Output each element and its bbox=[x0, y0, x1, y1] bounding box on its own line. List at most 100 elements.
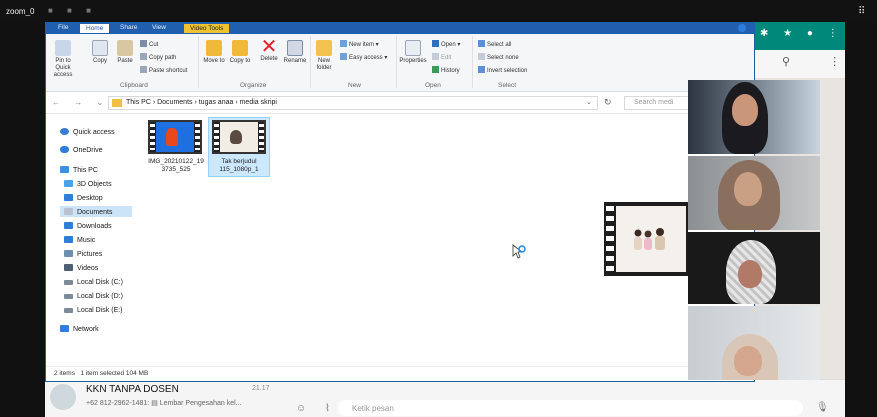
participant-video-2[interactable] bbox=[688, 156, 820, 230]
whatsapp-header-icons[interactable]: ✱ ★ ● ⋮ bbox=[760, 28, 844, 39]
file-name[interactable]: Tak berjudul 115_1080p_1 bbox=[207, 158, 271, 174]
group-select: Select bbox=[498, 82, 517, 89]
select-all-button[interactable]: Select all bbox=[478, 40, 511, 48]
cloud-icon bbox=[60, 146, 69, 153]
copy-to-icon bbox=[232, 40, 248, 56]
open-icon bbox=[432, 40, 439, 47]
select-none-button[interactable]: Select none bbox=[478, 53, 519, 61]
thumbnail-figure bbox=[166, 128, 178, 146]
rename-icon bbox=[287, 40, 303, 56]
status-bar bbox=[46, 366, 754, 381]
pictures-icon bbox=[64, 250, 73, 257]
file-thumbnail-video-2[interactable] bbox=[212, 120, 266, 154]
star-icon bbox=[60, 128, 69, 135]
history-icon bbox=[432, 66, 439, 73]
copy-icon bbox=[92, 40, 108, 56]
mic-icon[interactable]: 🎙 bbox=[816, 402, 829, 413]
zoom-window-title: zoom_0 bbox=[6, 7, 35, 16]
group-organize: Organize bbox=[240, 82, 267, 89]
paste-shortcut-icon bbox=[140, 66, 147, 73]
open-button[interactable]: Open ▾ bbox=[432, 40, 460, 48]
drive-icon bbox=[64, 294, 73, 299]
busy-cursor-icon bbox=[512, 244, 526, 259]
filmstrip-icon bbox=[606, 206, 614, 272]
nav-item-desktop[interactable]: Desktop bbox=[64, 194, 103, 202]
properties-button[interactable]: Properties bbox=[398, 40, 428, 65]
filmstrip-icon bbox=[214, 124, 219, 150]
tab-home[interactable]: Home bbox=[80, 24, 110, 33]
nav-item-pictures[interactable]: Pictures bbox=[64, 250, 102, 258]
breadcrumb[interactable]: This PC › Documents › tugas anaa › media… bbox=[126, 99, 277, 106]
cube-icon bbox=[64, 180, 73, 187]
invert-selection-button[interactable]: Invert selection bbox=[478, 66, 527, 74]
easy-access-icon bbox=[340, 53, 347, 60]
nav-item-documents[interactable]: Documents bbox=[64, 208, 112, 216]
select-none-icon bbox=[478, 53, 485, 60]
move-to-button[interactable]: Move to bbox=[202, 40, 226, 65]
message-input-placeholder: Ketik pesan bbox=[352, 404, 394, 413]
zoom-title-bar bbox=[0, 0, 877, 22]
rename-button[interactable]: Rename bbox=[282, 40, 308, 65]
history-button[interactable]: History bbox=[432, 66, 460, 74]
search-icon[interactable]: ⚲ ⋮ bbox=[782, 55, 858, 68]
chevron-down-icon[interactable]: ⌄ bbox=[586, 98, 592, 106]
tab-share[interactable]: Share bbox=[120, 24, 137, 31]
pin-quick-access-button[interactable]: Pin to Quick access bbox=[48, 40, 78, 79]
nav-item-network[interactable]: Network bbox=[60, 325, 99, 333]
delete-button[interactable]: ✕ Delete bbox=[256, 36, 282, 63]
refresh-icon[interactable]: ↻ bbox=[604, 97, 612, 108]
copy-path-icon bbox=[140, 53, 147, 60]
copy-path-button[interactable]: Copy path bbox=[140, 53, 176, 61]
new-item-button[interactable]: New item ▾ bbox=[340, 40, 379, 48]
help-icon[interactable] bbox=[738, 24, 746, 32]
nav-item-this-pc[interactable]: This PC bbox=[60, 166, 98, 174]
nav-item-quick-access[interactable]: Quick access bbox=[60, 128, 115, 136]
delete-x-icon: ✕ bbox=[260, 36, 278, 58]
avatar[interactable] bbox=[50, 384, 76, 410]
nav-item-videos[interactable]: Videos bbox=[64, 264, 98, 272]
file-thumbnail-video-1[interactable] bbox=[148, 120, 202, 154]
tab-video-tools[interactable]: Video Tools bbox=[184, 24, 230, 33]
paste-button[interactable]: Paste bbox=[114, 40, 136, 65]
nav-item-local-disk-c[interactable]: Local Disk (C:) bbox=[64, 279, 123, 286]
chat-name[interactable]: KKN TANPA DOSEN bbox=[86, 384, 179, 395]
invert-selection-icon bbox=[478, 66, 485, 73]
participant-video-1[interactable] bbox=[688, 80, 820, 154]
copy-button[interactable]: Copy bbox=[90, 40, 110, 65]
edit-button[interactable]: Edit bbox=[432, 53, 451, 61]
group-open: Open bbox=[425, 82, 441, 89]
scissors-icon bbox=[140, 40, 147, 47]
pin-icon bbox=[55, 40, 71, 56]
tab-file[interactable]: File bbox=[58, 24, 68, 31]
participant-video-3[interactable] bbox=[688, 232, 820, 304]
file-name[interactable]: IMG_20210122_19 3735_525 bbox=[144, 158, 208, 174]
tab-view[interactable]: View bbox=[152, 24, 166, 31]
cut-button[interactable]: Cut bbox=[140, 40, 158, 48]
new-folder-icon bbox=[316, 40, 332, 56]
copy-to-button[interactable]: Copy to bbox=[228, 40, 252, 65]
video-preview-people bbox=[634, 228, 665, 250]
videos-icon bbox=[64, 264, 73, 271]
nav-item-local-disk-e[interactable]: Local Disk (E:) bbox=[64, 307, 123, 314]
window-controls[interactable]: ■ ■ ■ bbox=[48, 6, 97, 15]
emoji-icon[interactable]: ☺ ⌇ bbox=[296, 403, 338, 414]
new-folder-button[interactable]: New folder bbox=[312, 40, 336, 72]
filmstrip-icon bbox=[150, 124, 155, 150]
easy-access-button[interactable]: Easy access ▾ bbox=[340, 53, 387, 61]
document-icon bbox=[64, 208, 73, 215]
nav-item-local-disk-d[interactable]: Local Disk (D:) bbox=[64, 293, 123, 300]
chat-preview: +62 812-2962-1481: ▤ Lembar Pengesahan k… bbox=[86, 400, 242, 407]
drive-icon bbox=[64, 280, 73, 285]
message-input[interactable] bbox=[338, 400, 803, 416]
ribbon-separator bbox=[310, 36, 311, 88]
nav-item-3d-objects[interactable]: 3D Objects bbox=[64, 180, 112, 188]
ribbon-separator bbox=[396, 36, 397, 88]
nav-item-music[interactable]: Music bbox=[64, 236, 95, 244]
nav-item-downloads[interactable]: Downloads bbox=[64, 222, 112, 230]
gallery-view-icon[interactable]: ⠿ bbox=[858, 6, 865, 17]
select-all-icon bbox=[478, 40, 485, 47]
participant-video-4[interactable] bbox=[688, 306, 820, 380]
nav-item-onedrive[interactable]: OneDrive bbox=[60, 146, 103, 154]
paste-shortcut-button[interactable]: Paste shortcut bbox=[140, 66, 187, 74]
ribbon-separator bbox=[472, 36, 473, 88]
